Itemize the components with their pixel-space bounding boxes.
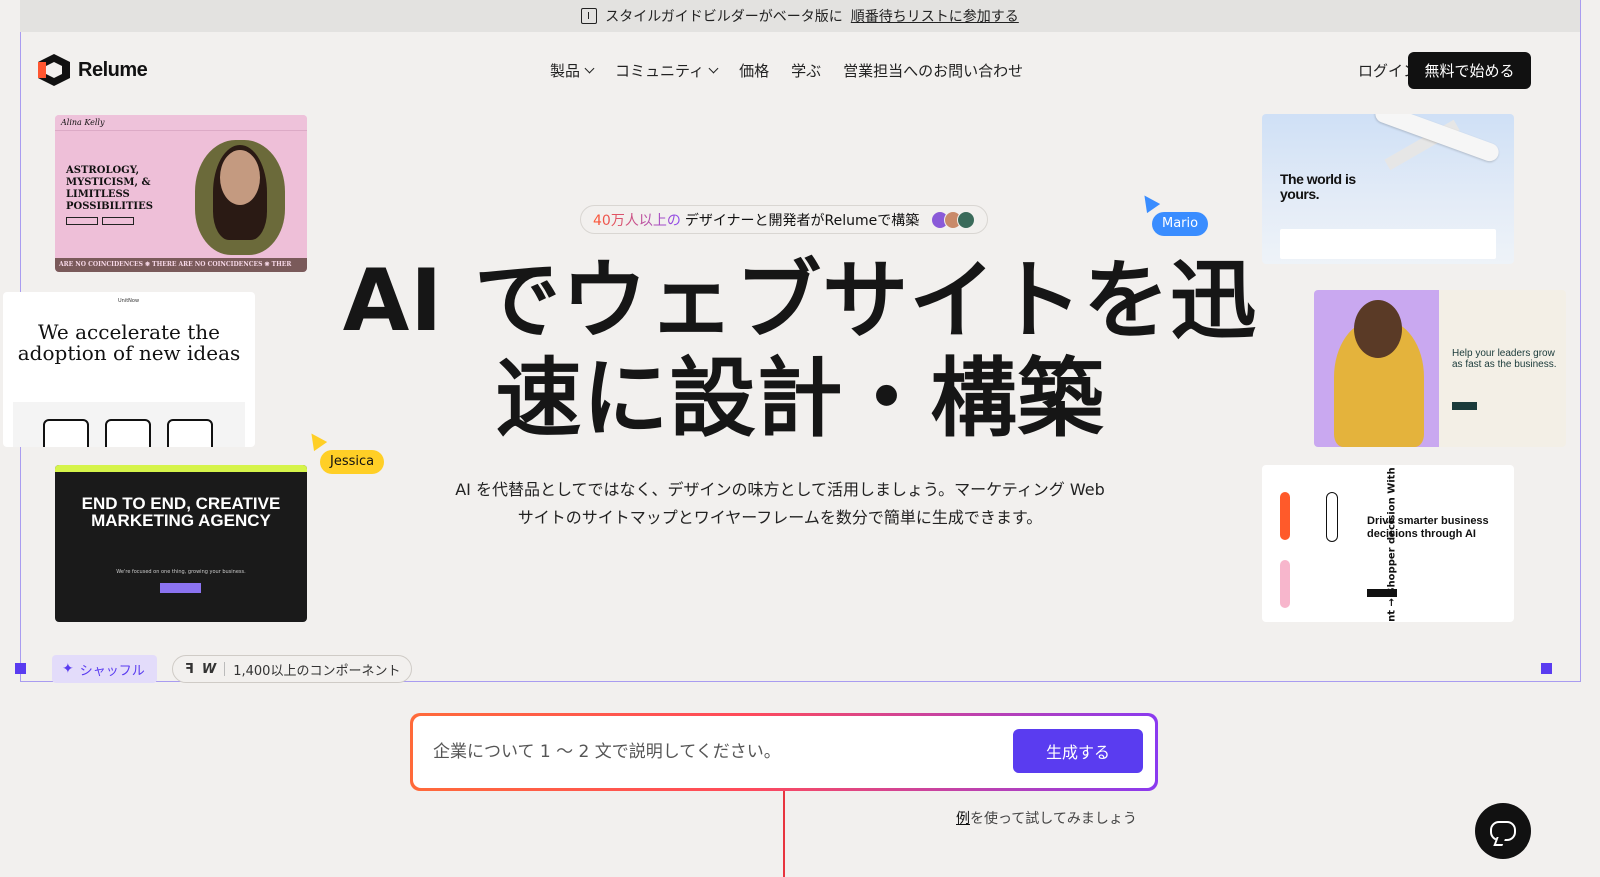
main-nav: Relume 製品 コミュニティ 価格 学ぶ 営業担当へのお問い合わせ ログイン… [38, 50, 1563, 90]
components-badge: ꟻ W 1,400以上のコンポーネント [172, 655, 412, 683]
connector-line [783, 791, 785, 877]
start-free-button[interactable]: 無料で始める [1408, 52, 1531, 89]
nav-item-label: 製品 [550, 62, 581, 80]
hero-subtitle: AI を代替品としてではなく、デザインの味方として活用しましょう。マーケティング… [455, 480, 1105, 527]
waitlist-link[interactable]: 順番待ちリストに参加する [851, 6, 1019, 26]
social-proof-badge: 40万人以上の デザイナーと開発者がRelumeで構築 [580, 205, 988, 234]
example-hint: 例を使って試してみましょう [956, 808, 1137, 828]
chat-support-button[interactable] [1475, 803, 1531, 859]
style-guide-icon [581, 8, 598, 24]
frame-handle-right[interactable] [1541, 663, 1552, 674]
frame-handle-left[interactable] [15, 663, 26, 674]
card-subtitle: We're focused on one thing, growing your… [116, 569, 246, 575]
nav-item-contact-sales[interactable]: 営業担当へのお問い合わせ [843, 60, 1023, 81]
showcase-card-astrology: Alina Kelly ASTROLOGY, MYSTICISM, & LIMI… [55, 115, 307, 272]
brand-name: Relume [78, 58, 148, 81]
nav-item-products[interactable]: 製品 [550, 60, 595, 81]
card-brand: Alina Kelly [61, 118, 105, 127]
card-brand: UnitNow [118, 298, 140, 304]
announcement-banner: スタイルガイドビルダーがベータ版に 順番待ちリストに参加する [20, 0, 1580, 32]
chevron-down-icon [584, 63, 595, 74]
nav-item-label: 学ぶ [791, 62, 822, 80]
shuffle-button[interactable]: ✦ シャッフル [52, 655, 157, 683]
example-link[interactable]: 例 [956, 811, 970, 827]
example-text: を使って試してみましょう [970, 811, 1137, 827]
prompt-box: 生成する [410, 713, 1158, 791]
card-headline: The world is yours. [1280, 171, 1356, 202]
social-highlight: 40万人以上の [593, 210, 681, 230]
webflow-icon: W [201, 661, 217, 677]
card-headline: We accelerate the adoption of new ideas [17, 320, 241, 365]
nav-item-label: 価格 [739, 62, 770, 80]
frame-line-right [1580, 0, 1581, 682]
nav-menu: 製品 コミュニティ 価格 学ぶ 営業担当へのお問い合わせ [550, 60, 1023, 81]
nav-item-learn[interactable]: 学ぶ [791, 60, 821, 81]
showcase-card-agency: END TO END, CREATIVE MARKETING AGENCY We… [55, 465, 307, 622]
card-vertical-text: Intelligent → Shopper decision With AI [1386, 465, 1398, 622]
banner-text: スタイルガイドビルダーがベータ版に [605, 9, 843, 25]
shuffle-label: シャッフル [79, 663, 145, 679]
showcase-card-business: Intelligent → Shopper decision With AI D… [1262, 465, 1514, 622]
components-label: 1,400以上のコンポーネント [233, 663, 401, 679]
card-headline: Drive smarter business decisions through… [1367, 515, 1489, 540]
figma-icon: ꟻ [185, 661, 194, 677]
social-text: デザイナーと開発者がRelumeで構築 [684, 212, 920, 229]
brand-logo[interactable]: Relume [38, 54, 148, 86]
card-headline: ASTROLOGY, MYSTICISM, & LIMITLESS POSSIB… [66, 165, 153, 212]
sparkle-icon: ✦ [62, 661, 74, 677]
card-headline: END TO END, CREATIVE MARKETING AGENCY [81, 494, 281, 530]
nav-item-pricing[interactable]: 価格 [739, 60, 769, 81]
showcase-card-travel: The world is yours. [1262, 114, 1514, 264]
cursor-label-mario: Mario [1152, 212, 1209, 236]
relume-logo-icon [38, 54, 70, 86]
cursor-pointer-icon [1137, 190, 1161, 214]
cursor-label-jessica: Jessica [320, 450, 385, 474]
nav-item-label: 営業担当へのお問い合わせ [843, 62, 1024, 80]
card-headline: Help your leaders grow as fast as the bu… [1452, 348, 1557, 370]
showcase-card-leaders: Help your leaders grow as fast as the bu… [1314, 290, 1566, 447]
avatar-group [931, 210, 976, 229]
hero-title-line1: AI でウェブサイトを迅 [342, 251, 1258, 351]
nav-item-label: コミュニティ [615, 62, 705, 80]
hero-title-line2: 速に設計・構築 [495, 349, 1105, 449]
chevron-down-icon [708, 63, 719, 74]
generate-button[interactable]: 生成する [1013, 729, 1143, 773]
company-description-input[interactable] [433, 734, 993, 770]
card-marquee: ARE NO COINCIDENCES ❋ THERE ARE NO COINC… [55, 258, 307, 272]
nav-item-community[interactable]: コミュニティ [615, 60, 719, 81]
hero-title: AI でウェブサイトを迅 速に設計・構築 [300, 252, 1300, 448]
chat-support-icon [1490, 821, 1516, 841]
avatar [957, 210, 976, 229]
showcase-card-ideas: UnitNow We accelerate the adoption of ne… [3, 292, 255, 447]
